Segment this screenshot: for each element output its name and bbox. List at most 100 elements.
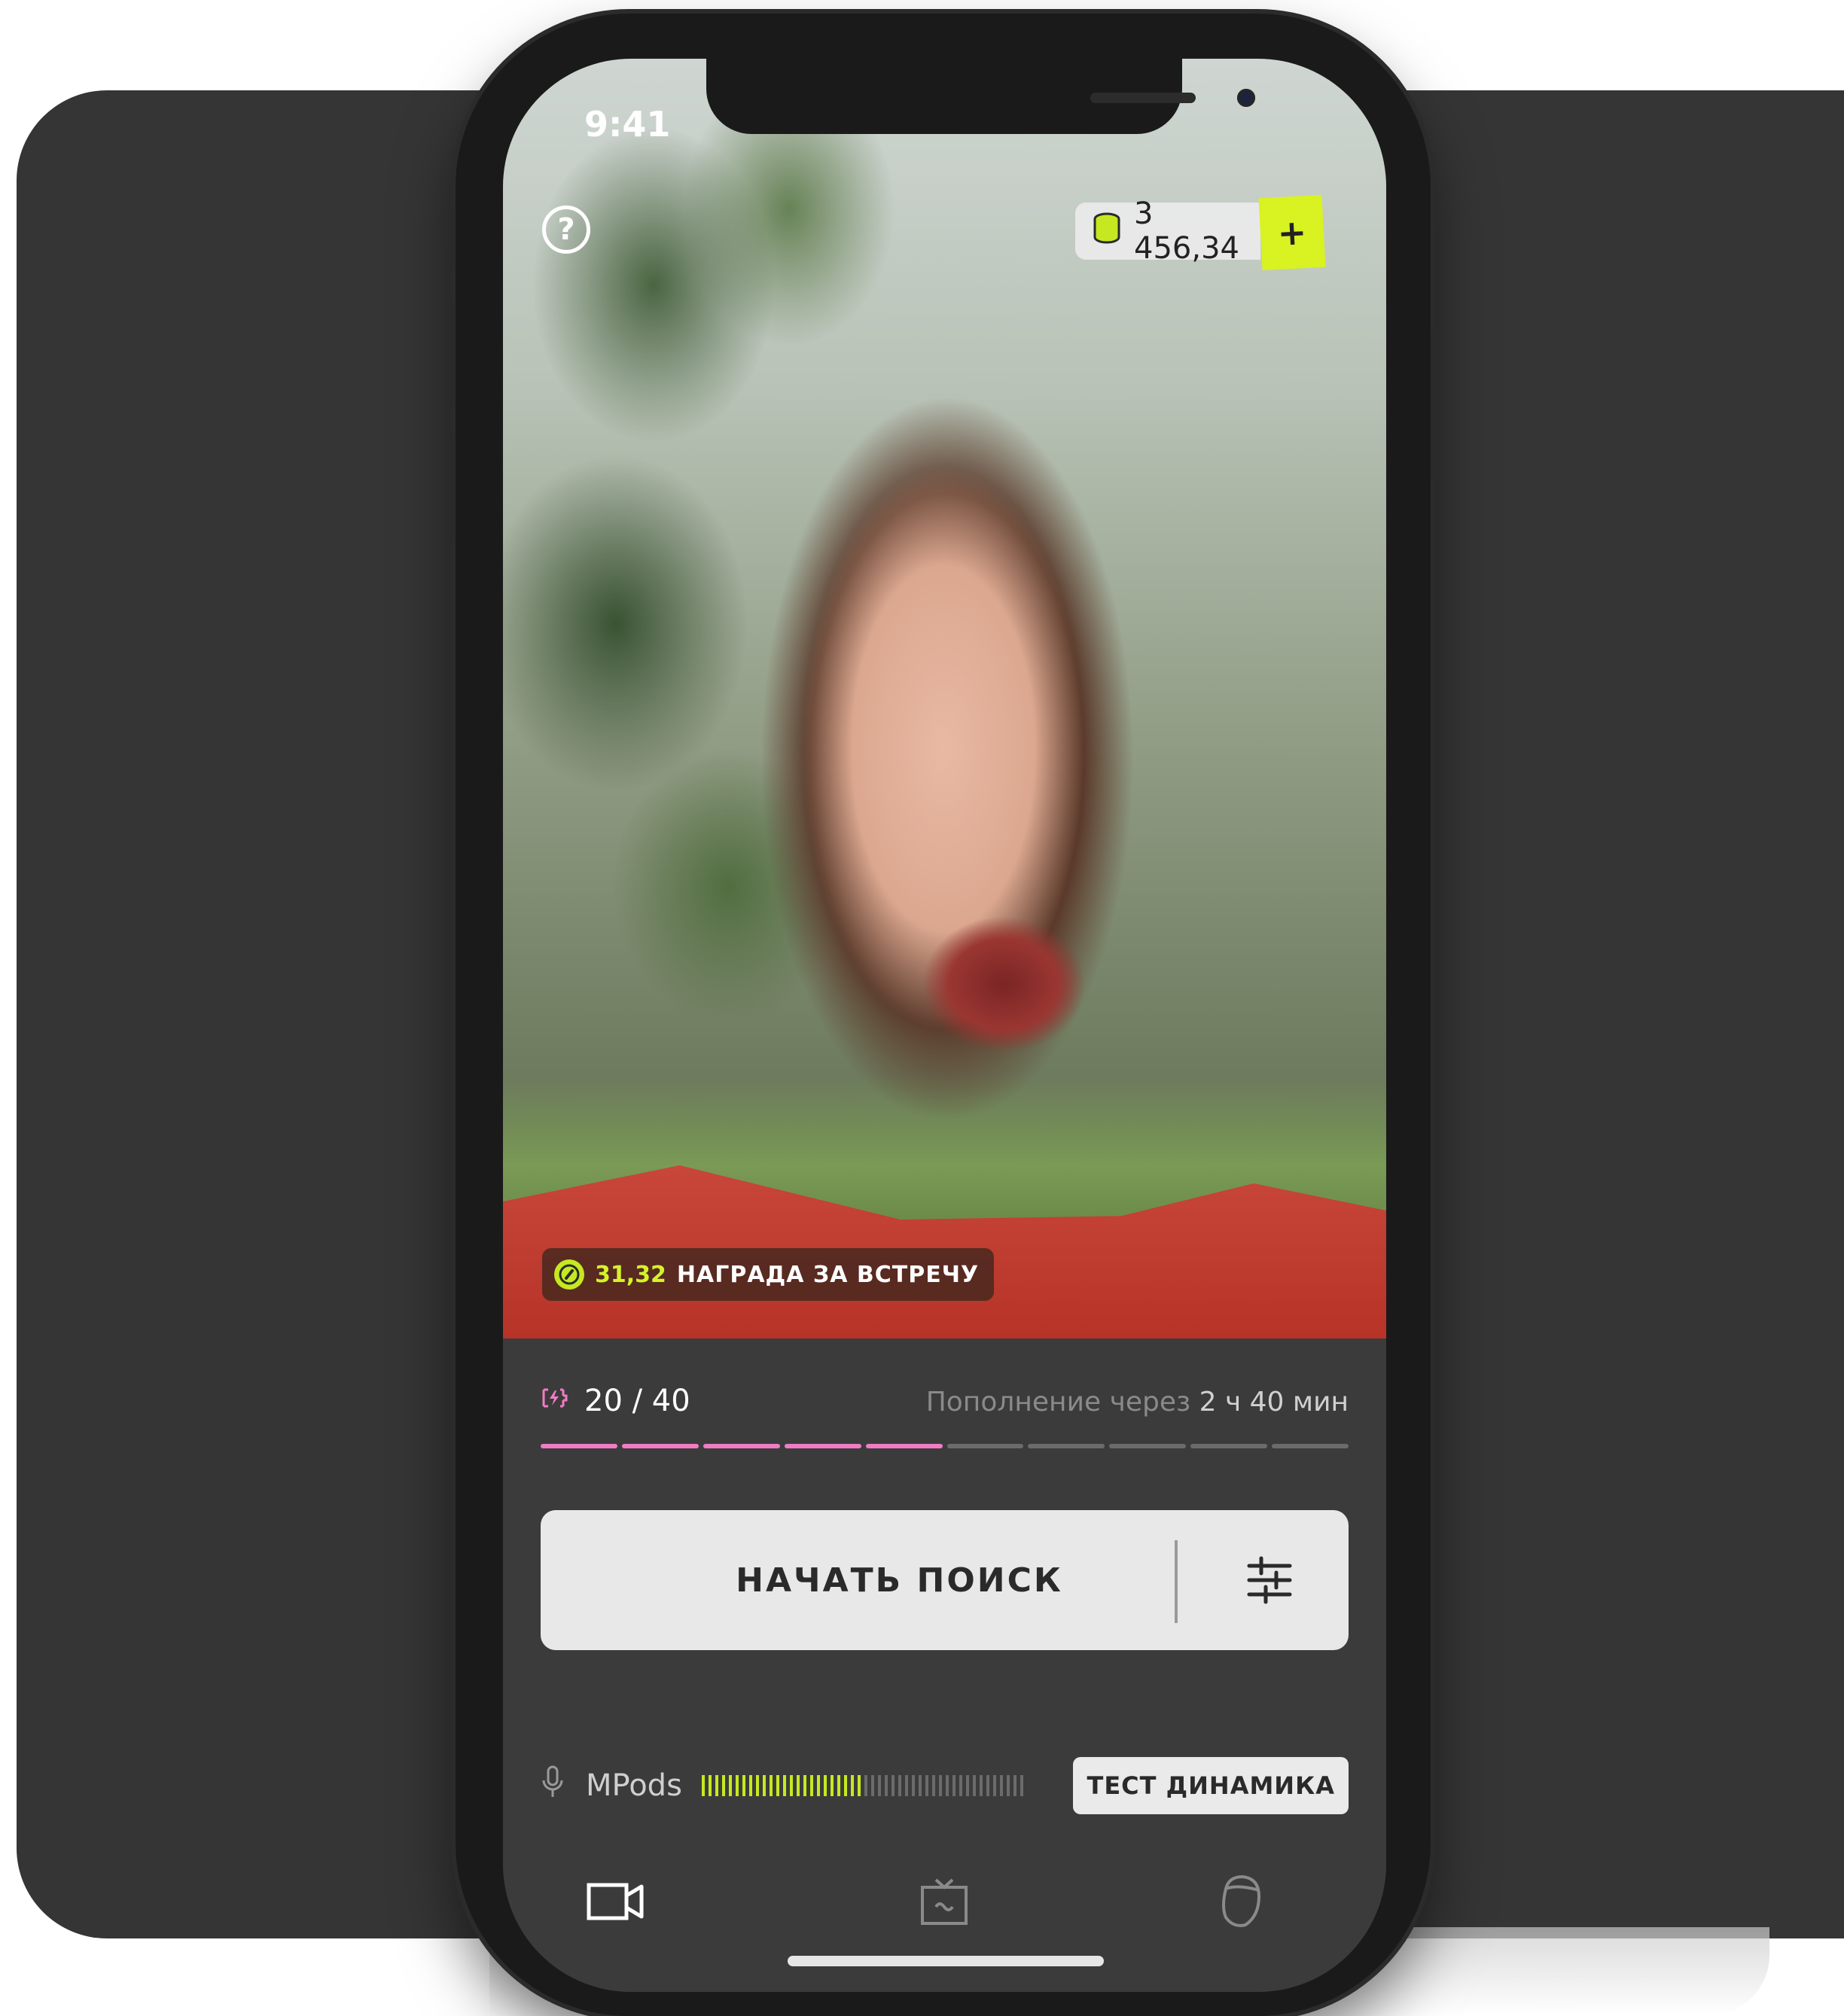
mic-level-bar [979, 1775, 983, 1796]
mic-level-bar [931, 1775, 935, 1796]
reward-amount: 31,32 [595, 1261, 666, 1288]
energy-segment [946, 1444, 1024, 1448]
mic-level-bar [891, 1775, 895, 1796]
mic-level-bar [850, 1775, 854, 1796]
mic-level-bar [898, 1775, 901, 1796]
status-time: 9:41 [584, 104, 671, 145]
mic-level-bar [809, 1775, 813, 1796]
mic-level-bar [755, 1775, 759, 1796]
mic-level-bar [1006, 1775, 1010, 1796]
add-coins-button[interactable]: + [1258, 194, 1326, 271]
mic-level-bar [735, 1775, 739, 1796]
photo-person-mouth [910, 913, 1098, 1071]
mic-level-bar [816, 1775, 820, 1796]
reward-label: НАГРАДА ЗА ВСТРЕЧУ [676, 1261, 980, 1288]
mic-level-bar [769, 1775, 773, 1796]
mic-level-bar [857, 1775, 861, 1796]
energy-segment [1028, 1444, 1105, 1448]
mic-level-bar [999, 1775, 1003, 1796]
energy-counter: 20 / 40 [541, 1384, 690, 1418]
control-panel: 20 / 40 Пополнение через 2 ч 40 мин НАЧА… [503, 1338, 1386, 1992]
mic-level-bar [938, 1775, 942, 1796]
mic-level-bar [837, 1775, 840, 1796]
filter-sliders-icon[interactable] [1243, 1554, 1296, 1606]
refill-prefix: Пополнение через [925, 1387, 1191, 1418]
mic-level-bar [789, 1775, 793, 1796]
tab-streams[interactable] [899, 1865, 989, 1941]
mic-level-bar [762, 1775, 766, 1796]
energy-segment [1272, 1444, 1349, 1448]
power-button [1431, 330, 1438, 480]
mic-level-bar [796, 1775, 800, 1796]
mic-level-bar [877, 1775, 881, 1796]
profile-head-icon [1215, 1874, 1263, 1932]
audio-device-name: MPods [586, 1768, 682, 1803]
notch [706, 59, 1255, 134]
mic-level-bar [904, 1775, 908, 1796]
mic-level-bar [708, 1775, 712, 1796]
phone-frame: 9:41 ? 3 456,34 + 31,32 НАГРАДА ЗА ВСТРЕ… [448, 14, 1438, 2016]
mic-level-bar [830, 1775, 834, 1796]
start-search-label: НАЧАТЬ ПОИСК [736, 1561, 1063, 1600]
tab-bar [503, 1865, 1386, 1956]
mic-level-bar [986, 1775, 989, 1796]
balance-value: 3 456,34 [1134, 196, 1239, 266]
energy-segment [1190, 1444, 1268, 1448]
mic-level-bar [721, 1775, 725, 1796]
mic-level-bar [748, 1775, 752, 1796]
test-speaker-button[interactable]: ТЕСТ ДИНАМИКА [1073, 1757, 1349, 1814]
mic-level-bar [1020, 1775, 1023, 1796]
home-indicator[interactable] [788, 1956, 1104, 1966]
question-icon: ? [557, 212, 575, 247]
mic-level-bar [945, 1775, 949, 1796]
mic-level-bar [803, 1775, 806, 1796]
earpiece [1090, 93, 1196, 103]
reward-coin-icon [554, 1259, 584, 1290]
plus-icon: + [1276, 212, 1308, 254]
refill-timer: Пополнение через 2 ч 40 мин [926, 1387, 1349, 1418]
mic-level-bar [776, 1775, 779, 1796]
tv-icon [918, 1875, 971, 1931]
mic-level-bar [972, 1775, 976, 1796]
balance-widget: 3 456,34 + [1075, 194, 1326, 271]
mic-level-bar [918, 1775, 922, 1796]
phone-screen: 9:41 ? 3 456,34 + 31,32 НАГРАДА ЗА ВСТРЕ… [503, 59, 1386, 1992]
mic-level-bar [884, 1775, 888, 1796]
mic-level-bar [952, 1775, 956, 1796]
mic-level-bar [823, 1775, 827, 1796]
microphone-icon [541, 1765, 571, 1806]
mic-level-meter [701, 1775, 1023, 1796]
mic-level-bar [959, 1775, 962, 1796]
refill-time: 2 ч 40 мин [1199, 1387, 1349, 1418]
balance-pill: 3 456,34 [1075, 196, 1261, 266]
mic-level-bar [715, 1775, 718, 1796]
energy-segment [1109, 1444, 1187, 1448]
video-camera-icon [586, 1879, 646, 1927]
energy-value: 20 / 40 [584, 1384, 690, 1418]
volume-up-button [448, 300, 456, 405]
energy-segment [865, 1444, 943, 1448]
battery-charge-icon [541, 1386, 571, 1416]
energy-segment [541, 1444, 617, 1448]
mic-level-bar [992, 1775, 996, 1796]
audio-row: MPods ТЕСТ ДИНАМИКА [541, 1756, 1349, 1816]
volume-down-button [448, 435, 456, 541]
energy-progress [541, 1444, 1349, 1448]
energy-segment [621, 1444, 699, 1448]
mic-level-bar [843, 1775, 847, 1796]
mic-level-bar [864, 1775, 867, 1796]
help-button[interactable]: ? [542, 206, 590, 254]
energy-segment [784, 1444, 861, 1448]
mic-level-bar [911, 1775, 915, 1796]
mic-level-bar [742, 1775, 745, 1796]
tab-profile[interactable] [1194, 1865, 1285, 1941]
start-search-button[interactable]: НАЧАТЬ ПОИСК [541, 1510, 1349, 1650]
mic-level-bar [925, 1775, 928, 1796]
mic-level-bar [1013, 1775, 1016, 1796]
search-divider [1175, 1540, 1178, 1623]
mic-level-bar [965, 1775, 969, 1796]
silent-switch [448, 209, 456, 270]
tab-video-chat[interactable] [571, 1865, 661, 1941]
meeting-reward-badge: 31,32 НАГРАДА ЗА ВСТРЕЧУ [542, 1248, 995, 1301]
mic-level-bar [728, 1775, 732, 1796]
